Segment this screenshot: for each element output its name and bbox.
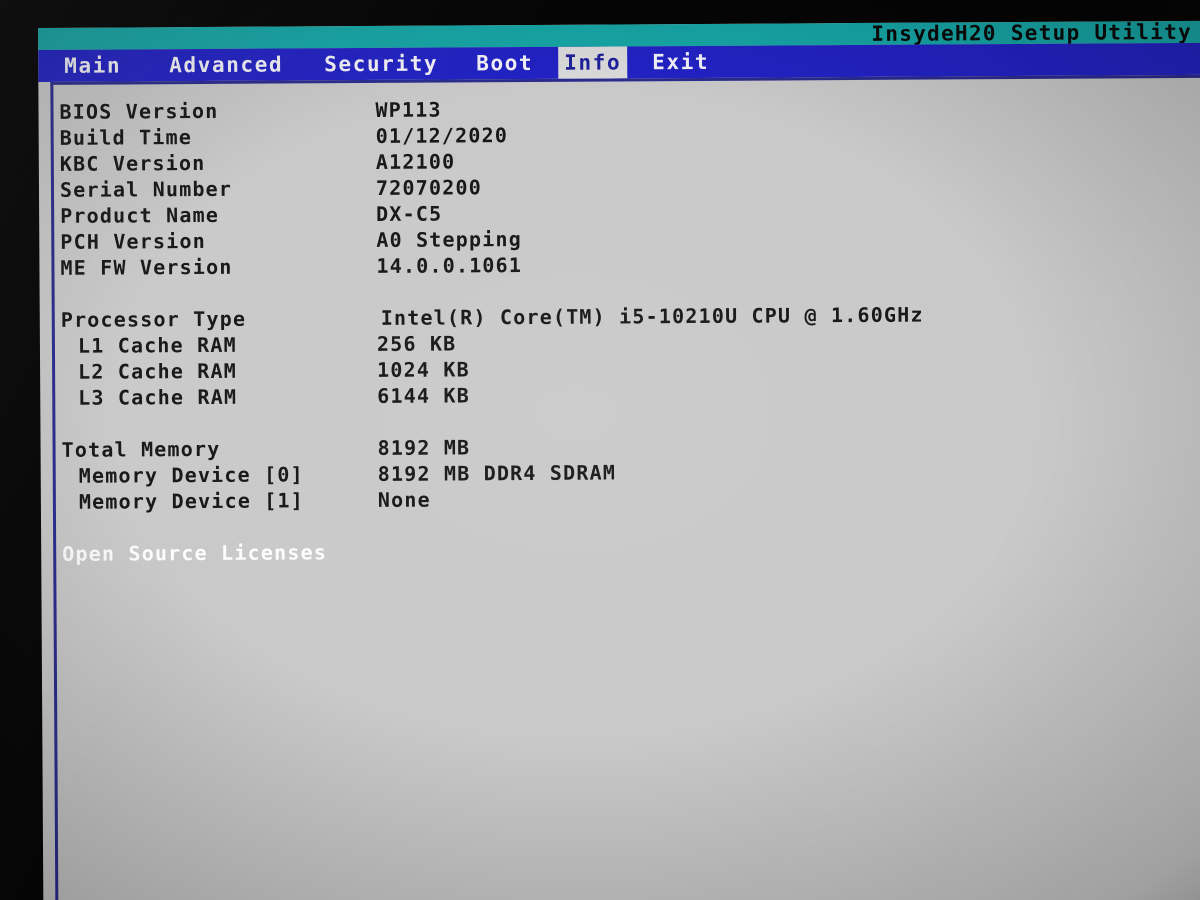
info-label: ME FW Version: [60, 254, 233, 280]
submenu-item-open-source-licenses[interactable]: Open Source Licenses: [62, 534, 1200, 567]
info-value: 8192 MB DDR4 SDRAM: [377, 460, 617, 486]
info-value: 8192 MB: [377, 435, 471, 460]
info-label: KBC Version: [59, 150, 206, 176]
menu-tab-security[interactable]: Security: [318, 48, 444, 81]
info-value: A12100: [375, 149, 456, 174]
info-value: 14.0.0.1061: [376, 253, 523, 278]
info-label: Open Source Licenses: [62, 540, 328, 566]
info-label: L2 Cache RAM: [78, 358, 238, 384]
menu-tab-info[interactable]: Info: [558, 46, 628, 79]
info-label: Build Time: [59, 125, 193, 150]
info-label: Total Memory: [61, 436, 221, 462]
info-value: None: [377, 487, 431, 512]
info-label: Memory Device [1]: [78, 488, 305, 514]
info-value: WP113: [375, 97, 442, 122]
info-label: Product Name: [60, 202, 220, 228]
info-row-list: BIOS Version WP113 Build Time 01/12/2020 KBC…: [59, 92, 1200, 567]
utility-title: InsydeH20 Setup Utility: [871, 20, 1193, 46]
info-label: L3 Cache RAM: [78, 384, 238, 410]
info-value: 256 KB: [376, 331, 457, 356]
info-label: BIOS Version: [59, 98, 219, 124]
info-value: 72070200: [375, 175, 482, 200]
info-value: Intel(R) Core(TM) i5-10210U CPU @ 1.60GH…: [380, 302, 924, 330]
bios-setup-screen: InsydeH20 Setup Utility Main Advanced Secu…: [38, 20, 1200, 900]
menu-tab-exit[interactable]: Exit: [646, 46, 715, 78]
info-label: PCH Version: [60, 228, 207, 254]
info-label: L1 Cache RAM: [77, 332, 237, 358]
info-label: Memory Device [0]: [78, 462, 304, 488]
info-label: Processor Type: [60, 306, 247, 332]
info-value: DX-C5: [376, 201, 443, 226]
info-panel: BIOS Version WP113 Build Time 01/12/2020 KBC…: [50, 74, 1200, 900]
info-label: Serial Number: [59, 176, 233, 202]
info-value: A0 Stepping: [376, 227, 523, 252]
menu-tab-boot[interactable]: Boot: [470, 47, 539, 79]
info-value: 6144 KB: [377, 383, 471, 408]
info-value: 01/12/2020: [375, 123, 509, 148]
bios-screen-photo: InsydeH20 Setup Utility Main Advanced Secu…: [0, 0, 1200, 900]
menu-tab-advanced[interactable]: Advanced: [163, 48, 289, 81]
info-value: 1024 KB: [377, 357, 470, 382]
menu-tab-main[interactable]: Main: [58, 49, 127, 81]
